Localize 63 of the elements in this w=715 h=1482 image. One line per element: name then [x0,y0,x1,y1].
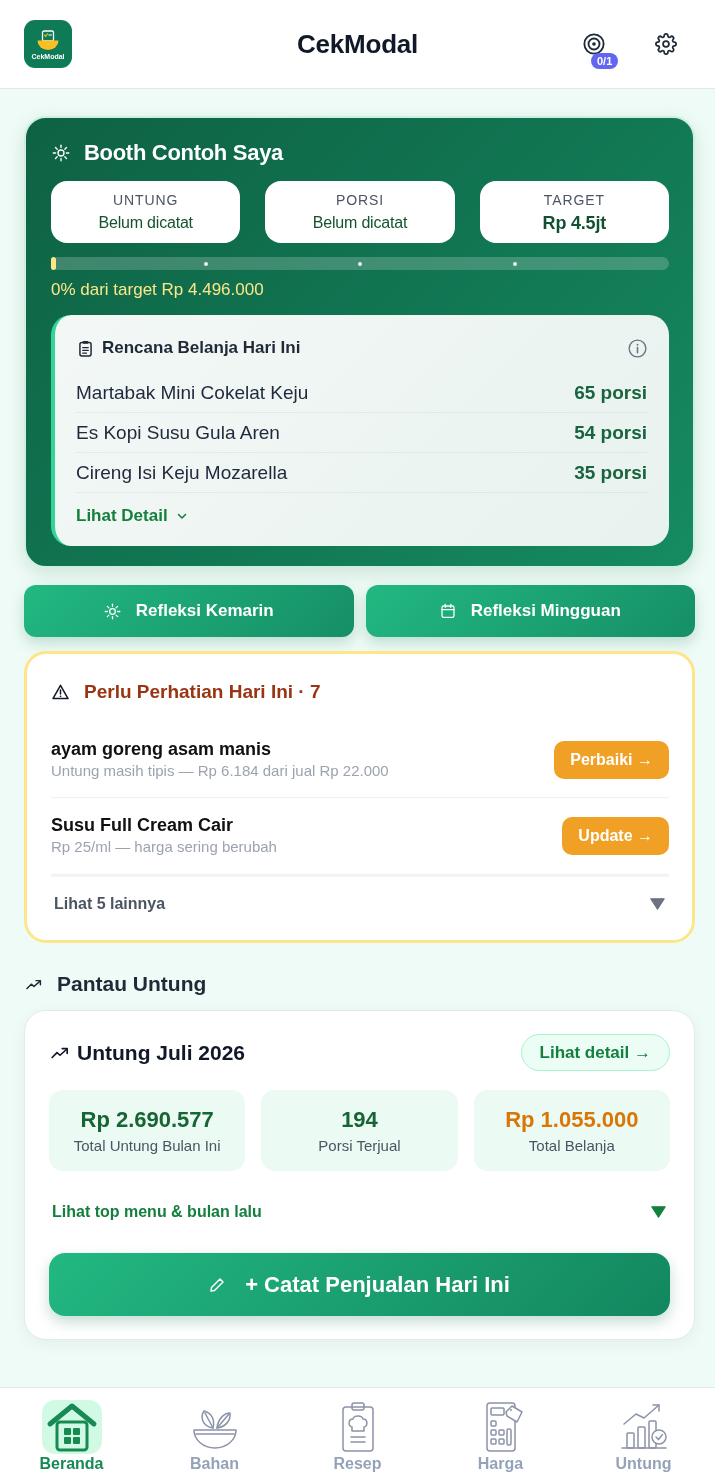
item-name: Martabak Mini Cokelat Keju [76,381,309,404]
info-icon[interactable] [628,338,647,358]
stat-label: PORSI [335,191,385,209]
trend-up-icon [26,978,42,990]
item-quantity: 35 porsi [574,461,647,484]
stat-value: 194 [341,1106,378,1133]
stat-value: Rp 4.5jt [542,212,607,233]
caret-down-icon [651,1206,666,1218]
issue-name: ayam goreng asam manis [51,738,273,760]
stat-label: Total Belanja [528,1135,615,1155]
item-name: Es Kopi Susu Gula Aren [76,421,280,444]
app-title: CekModal [296,28,419,60]
issue-note: Rp 25/ml — harga sering berubah [51,837,277,857]
progress-text: 0% dari target Rp 4.496.000 [51,280,265,300]
bowl-icon [35,29,61,51]
attention-title: Perlu Perhatian Hari Ini · 7 [84,681,321,703]
sun-icon [52,144,70,162]
issue-name: Susu Full Cream Cair [51,814,235,836]
nav-tab[interactable]: Beranda [0,1388,143,1482]
nav-tab[interactable]: Bahan [143,1388,286,1482]
action-button[interactable]: Perbaiki → [554,741,669,779]
record-sales-button[interactable]: + Catat Penjualan Hari Ini [49,1253,670,1316]
stat-value: Rp 2.690.577 [80,1106,214,1133]
dot-icon [203,261,208,266]
trend-up-icon [51,1046,69,1059]
dot-icon [512,261,517,266]
stat-label: Porsi Terjual [318,1135,401,1155]
target-icon[interactable] [583,33,605,55]
detail-link[interactable]: Lihat Detail [76,505,187,527]
stat-label: Total Untung Bulan Ini [73,1135,221,1155]
stat-value: Belum dicatat [98,212,193,233]
show-more-toggle[interactable]: Lihat top menu & bulan lalu [49,1202,670,1222]
count-badge: 0/1 [591,53,619,69]
dot-icon [358,261,362,266]
nav-tab[interactable]: Harga [429,1388,572,1482]
stat-label: TARGET [543,191,605,209]
item-name: Cireng Isi Keju Mozarella [76,461,288,484]
warning-icon [52,684,69,700]
profit-title: Untung Juli 2026 [77,1040,246,1065]
caret-down-icon [650,898,665,910]
stat-value: Belum dicatat [312,212,408,233]
reflection-button[interactable]: Refleksi Mingguan [365,585,695,637]
item-quantity: 65 porsi [574,381,647,404]
house-icon [41,1400,102,1454]
issue-note: Untung masih tipis — Rp 6.184 dari jual Rp 22.000 [51,761,389,781]
reflection-button[interactable]: Refleksi Kemarin [24,585,354,637]
plan-title: Rencana Belanja Hari Ini [102,338,302,358]
pencil-icon [209,1276,226,1293]
nav-tab[interactable]: Untung [572,1388,715,1482]
detail-button[interactable]: Lihat detail → [520,1034,670,1071]
section-title: Pantau Untung [57,972,207,996]
action-button[interactable]: Update → [562,817,669,855]
stat-value: Rp 1.055.000 [505,1106,639,1133]
calendar-icon [439,603,456,619]
nav-tab[interactable]: Resep [286,1388,429,1482]
item-quantity: 54 porsi [574,421,647,444]
stat-label: UNTUNG [113,191,179,209]
clipboard-icon [79,339,92,357]
sun-icon [103,602,121,620]
settings-icon[interactable] [655,33,677,55]
show-more-toggle[interactable]: Lihat 5 lainnya [51,875,669,931]
booth-title: Booth Contoh Saya [84,140,283,166]
chevron-down-icon [176,512,187,520]
